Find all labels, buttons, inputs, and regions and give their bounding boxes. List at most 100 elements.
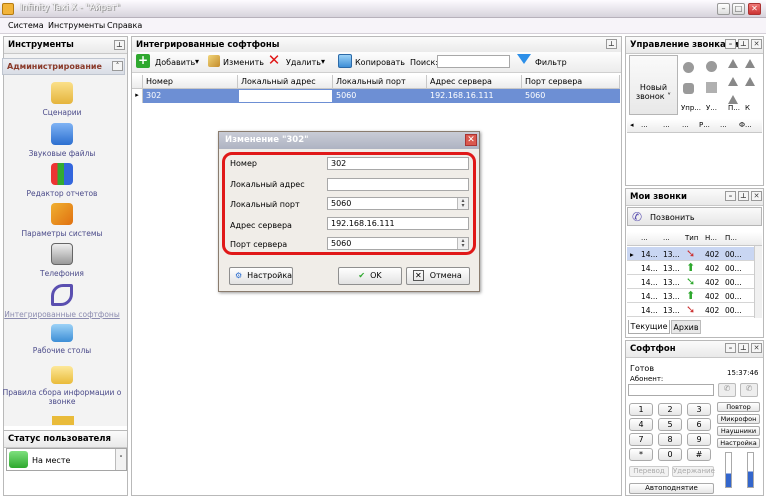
minimize-button[interactable]: – — [717, 3, 730, 15]
add-button[interactable]: Добавить — [155, 58, 195, 67]
up-icon[interactable] — [745, 59, 755, 68]
keypad-key[interactable]: 7 — [629, 433, 653, 446]
dial-icon[interactable]: ✆ — [718, 383, 736, 397]
keypad-key[interactable]: # — [687, 448, 711, 461]
softphone-settings-button[interactable]: Настройка — [717, 438, 760, 448]
pin-icon[interactable]: ⊥ — [606, 39, 617, 49]
column-header[interactable]: Ф... — [739, 121, 752, 129]
column-header[interactable]: ... — [641, 234, 648, 242]
keypad-key[interactable]: 4 — [629, 418, 653, 431]
column-header[interactable]: Р... — [699, 121, 710, 129]
tab-current[interactable]: Текущие — [628, 320, 670, 334]
nav-report-editor[interactable]: Редактор отчетов — [2, 163, 122, 198]
column-header[interactable]: ... — [663, 121, 670, 129]
menu-tools[interactable]: Инструменты — [48, 21, 105, 30]
up-icon[interactable] — [728, 95, 738, 104]
settings-button[interactable]: ⚙ Настройка — [229, 267, 293, 285]
list-item[interactable]: 14... 13... 402 00... ➘ ▸ — [627, 247, 754, 261]
column-header[interactable]: Н... — [705, 234, 717, 242]
ok-button[interactable]: ✔ OK — [338, 267, 402, 285]
close-icon[interactable]: ✕ — [751, 343, 762, 353]
keypad-key[interactable]: * — [629, 448, 653, 461]
table-cell[interactable]: 5060 — [522, 89, 620, 103]
list-item[interactable]: 14... 13... 402 00... ➘ — [627, 303, 754, 317]
column-header[interactable]: ... — [720, 121, 727, 129]
clip-icon[interactable] — [706, 61, 717, 72]
keypad-key[interactable]: 8 — [658, 433, 682, 446]
microphone-button[interactable]: Микрофон — [717, 414, 760, 424]
keypad-key[interactable]: 6 — [687, 418, 711, 431]
nav-desktops[interactable]: Рабочие столы — [2, 324, 122, 355]
autoanswer-button[interactable]: Автоподнятие — [629, 483, 714, 494]
keypad-key[interactable]: 5 — [658, 418, 682, 431]
call-button[interactable]: ✆ Позвонить — [627, 207, 762, 226]
column-header[interactable]: ... — [641, 121, 648, 129]
filter-button[interactable]: Фильтр — [535, 58, 567, 67]
local-port-stepper[interactable]: ▴ ▾ — [457, 198, 468, 209]
hangup-icon[interactable]: ✆ — [740, 383, 758, 397]
keypad-key[interactable]: 0 — [658, 448, 682, 461]
up-icon[interactable] — [728, 59, 738, 68]
menu-system[interactable]: Система — [8, 21, 44, 30]
list-item[interactable]: 14... 13... 402 00... ⬆ — [627, 261, 754, 275]
up-icon[interactable] — [728, 77, 738, 86]
speaker-volume-slider[interactable] — [747, 452, 754, 488]
mic-volume-slider[interactable] — [725, 452, 732, 488]
document-icon[interactable] — [706, 82, 717, 93]
menu-help[interactable]: Справка — [107, 21, 142, 30]
close-button[interactable]: ✕ — [748, 3, 761, 15]
nav-system-params[interactable]: Параметры системы — [2, 203, 122, 238]
nav-call-info-rules[interactable]: Правила сбора информации о звонке — [2, 366, 122, 406]
nav-scenarios[interactable]: Сценарии — [2, 82, 122, 117]
pin-icon[interactable]: ⊥ — [738, 39, 749, 49]
section-administration[interactable]: Администрирование — [2, 58, 125, 75]
delete-dropdown-icon[interactable]: ▾ — [321, 57, 325, 66]
minimize-icon[interactable]: – — [725, 343, 736, 353]
local-port-field[interactable]: 5060 — [327, 197, 469, 210]
hold-button[interactable]: Удержание — [672, 466, 715, 477]
server-port-field[interactable]: 5060 — [327, 237, 469, 250]
collapse-icon[interactable]: ˄ — [112, 61, 123, 71]
close-icon[interactable]: ✕ — [465, 134, 477, 146]
maximize-button[interactable]: □ — [732, 3, 745, 15]
pin-icon[interactable]: ⊥ — [738, 343, 749, 353]
keypad-key[interactable]: 3 — [687, 403, 711, 416]
close-icon[interactable]: ✕ — [751, 191, 762, 201]
column-header[interactable]: ... — [663, 234, 670, 242]
headphones-button[interactable]: Наушники — [717, 426, 760, 436]
number-input[interactable] — [628, 384, 714, 396]
local-address-field[interactable] — [327, 178, 469, 191]
pin-icon[interactable]: ⊥ — [114, 40, 125, 50]
column-header[interactable]: Тип — [685, 234, 698, 242]
new-call-button[interactable]: Новый звонок ˅ — [629, 55, 678, 115]
table-cell[interactable]: 302 — [143, 89, 238, 103]
close-icon[interactable]: ✕ — [751, 39, 762, 49]
table-cell[interactable]: 5060 — [333, 89, 427, 103]
list-item[interactable]: 14... 13... 402 00... ⬆ — [627, 289, 754, 303]
add-dropdown-icon[interactable]: ▾ — [195, 57, 199, 66]
minimize-icon[interactable]: – — [725, 39, 736, 49]
column-local-address[interactable]: Локальный адрес — [238, 75, 333, 89]
nav-telephony[interactable]: Телефония — [2, 243, 122, 278]
transfer-button[interactable]: Перевод — [629, 466, 669, 477]
edit-button[interactable]: Изменить — [223, 58, 264, 67]
list-item[interactable]: 14... 13... 402 00... ➘ — [627, 275, 754, 289]
nav-sound-files[interactable]: Звуковые файлы — [2, 123, 122, 158]
number-field[interactable]: 302 — [327, 157, 469, 170]
column-server-address[interactable]: Адрес сервера — [427, 75, 522, 89]
record-icon[interactable] — [683, 62, 694, 73]
column-header[interactable]: ... — [682, 121, 689, 129]
tab-archive[interactable]: Архив — [671, 320, 701, 334]
server-address-field[interactable]: 192.168.16.111 — [327, 217, 469, 230]
table-cell[interactable]: 192.168.16.111 — [427, 89, 522, 103]
column-local-port[interactable]: Локальный порт — [333, 75, 427, 89]
keypad-key[interactable]: 9 — [687, 433, 711, 446]
table-cell[interactable] — [238, 89, 333, 103]
column-server-port[interactable]: Порт сервера — [522, 75, 620, 89]
pin-icon[interactable]: ⊥ — [738, 191, 749, 201]
cancel-button[interactable]: ✕ Отмена — [406, 267, 470, 285]
keypad-key[interactable]: 1 — [629, 403, 653, 416]
copy-button[interactable]: Копировать — [355, 58, 405, 67]
scrollbar[interactable] — [754, 246, 762, 318]
search-input[interactable] — [437, 55, 510, 68]
